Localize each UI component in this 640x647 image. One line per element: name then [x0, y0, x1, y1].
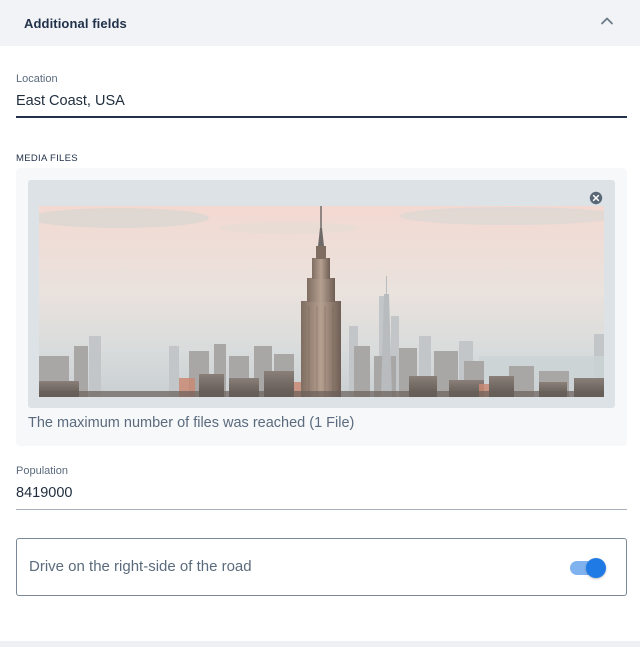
city-skyline-photo	[39, 206, 604, 397]
bottom-divider	[0, 641, 640, 647]
close-circle-icon[interactable]	[589, 191, 603, 205]
location-underline	[16, 116, 627, 118]
drive-right-side-toggle[interactable]	[568, 558, 606, 578]
media-dropzone[interactable]: The maximum number of files was reached …	[16, 168, 627, 446]
location-label: Location	[16, 73, 58, 85]
section-title: Additional fields	[24, 15, 127, 31]
population-underline	[16, 509, 627, 510]
media-files-label: MEDIA FILES	[16, 153, 78, 164]
location-input[interactable]	[16, 92, 611, 110]
additional-fields-header[interactable]: Additional fields	[0, 0, 640, 46]
drive-right-side-label: Drive on the right-side of the road	[29, 558, 252, 575]
population-label: Population	[16, 465, 68, 477]
drive-right-side-field: Drive on the right-side of the road	[16, 538, 627, 596]
chevron-up-icon[interactable]	[600, 14, 614, 28]
max-files-note: The maximum number of files was reached …	[28, 415, 355, 431]
toggle-knob	[586, 558, 606, 578]
population-input[interactable]	[16, 484, 611, 502]
media-preview	[28, 180, 615, 408]
